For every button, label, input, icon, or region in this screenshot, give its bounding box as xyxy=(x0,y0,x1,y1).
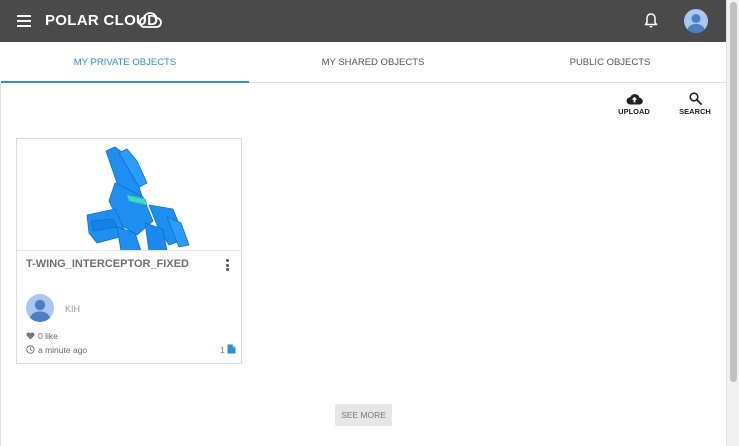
person-icon xyxy=(687,14,705,33)
upload-time: a minute ago xyxy=(26,345,87,355)
more-vert-icon[interactable] xyxy=(224,259,230,271)
file-count[interactable]: 1 xyxy=(220,344,236,355)
object-card: T-WING_INTERCEPTOR_FIXED KIH 0 like a mi… xyxy=(16,138,242,364)
heart-icon xyxy=(26,332,35,340)
person-icon xyxy=(29,299,51,322)
content-left-border xyxy=(0,42,1,446)
tab-my-shared-objects[interactable]: MY SHARED OBJECTS xyxy=(249,42,497,83)
owner-avatar[interactable] xyxy=(26,294,54,322)
search-button[interactable]: SEARCH xyxy=(673,92,717,116)
cloud-upload-icon xyxy=(626,94,643,105)
cloud-logo-icon xyxy=(139,12,162,28)
3d-model-preview xyxy=(86,146,190,250)
see-more-button[interactable]: SEE MORE xyxy=(335,404,392,426)
clock-icon xyxy=(26,345,35,354)
object-tabs: MY PRIVATE OBJECTS MY SHARED OBJECTS PUB… xyxy=(0,42,726,83)
file-icon xyxy=(227,344,236,354)
top-app-bar: POLAR CLOUD xyxy=(0,0,726,42)
object-title[interactable]: T-WING_INTERCEPTOR_FIXED xyxy=(26,258,189,270)
search-label: SEARCH xyxy=(679,107,711,116)
user-avatar[interactable] xyxy=(684,9,708,33)
upload-button[interactable]: UPLOAD xyxy=(612,92,656,116)
object-thumbnail[interactable] xyxy=(17,139,241,251)
like-count[interactable]: 0 like xyxy=(26,331,58,341)
notification-bell-icon[interactable] xyxy=(643,12,659,29)
tab-public-objects[interactable]: PUBLIC OBJECTS xyxy=(486,42,734,83)
tab-my-private-objects[interactable]: MY PRIVATE OBJECTS xyxy=(1,42,249,83)
menu-icon[interactable] xyxy=(17,15,31,27)
file-count-text: 1 xyxy=(220,345,225,355)
search-icon xyxy=(688,92,702,105)
upload-label: UPLOAD xyxy=(618,107,650,116)
like-count-text: 0 like xyxy=(38,331,58,341)
upload-time-text: a minute ago xyxy=(38,345,88,355)
owner-name[interactable]: KIH xyxy=(65,304,80,314)
